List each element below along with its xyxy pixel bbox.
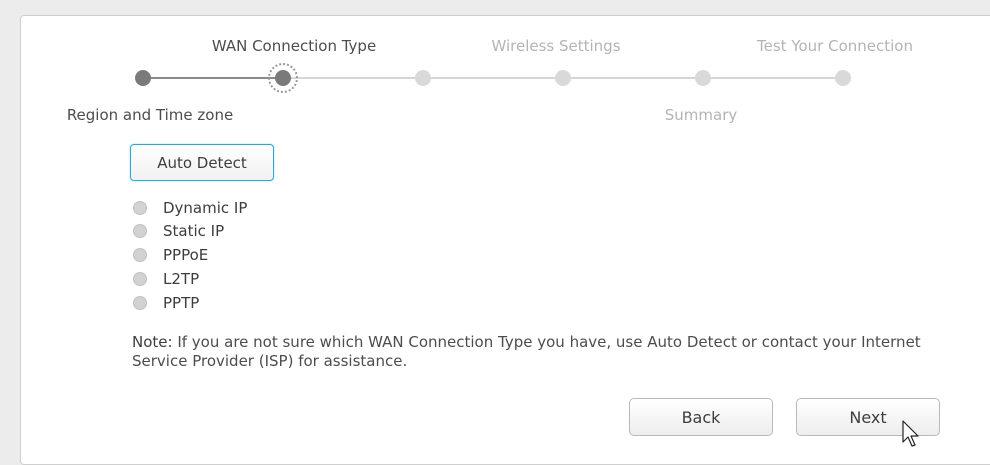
- wan-note: Note: If you are not sure which WAN Conn…: [132, 333, 952, 371]
- option-static-ip[interactable]: Static IP: [133, 220, 224, 242]
- option-dynamic-ip[interactable]: Dynamic IP: [133, 197, 247, 219]
- step-label-wireless-settings: Wireless Settings: [491, 37, 621, 55]
- note-prefix: Note:: [132, 333, 173, 351]
- radio-static-ip[interactable]: [133, 224, 147, 238]
- note-text: If you are not sure which WAN Connection…: [132, 333, 921, 370]
- option-label: Static IP: [163, 222, 225, 240]
- step-label-region-time-zone: Region and Time zone: [66, 106, 234, 124]
- progress-line-5: [703, 77, 843, 79]
- step-dot-test: [695, 70, 711, 86]
- auto-detect-button[interactable]: Auto Detect: [130, 144, 274, 181]
- step-label-wan-connection-type: WAN Connection Type: [211, 37, 377, 55]
- progress-line-3: [423, 77, 563, 79]
- step-dot-wireless: [415, 70, 431, 86]
- step-label-summary: Summary: [664, 106, 738, 124]
- pointer-arrow-icon: [902, 420, 919, 447]
- step-dot-summary: [555, 70, 571, 86]
- step-label-test-connection: Test Your Connection: [757, 37, 913, 55]
- progress-line-1: [143, 77, 283, 79]
- option-pptp[interactable]: PPTP: [133, 292, 199, 314]
- step-dot-wan: [275, 70, 291, 86]
- step-dot-region: [135, 70, 151, 86]
- option-label: PPTP: [163, 294, 200, 312]
- option-label: PPPoE: [163, 246, 209, 264]
- radio-l2tp[interactable]: [133, 272, 147, 286]
- back-button[interactable]: Back: [629, 398, 773, 436]
- option-l2tp[interactable]: L2TP: [133, 268, 199, 290]
- option-pppoe[interactable]: PPPoE: [133, 244, 208, 266]
- progress-line-4: [563, 77, 703, 79]
- step-dot-final: [835, 70, 851, 86]
- option-label: Dynamic IP: [163, 199, 248, 217]
- radio-dynamic-ip[interactable]: [133, 201, 147, 215]
- radio-pppoe[interactable]: [133, 248, 147, 262]
- progress-line-2: [283, 77, 423, 79]
- option-label: L2TP: [163, 270, 200, 288]
- radio-pptp[interactable]: [133, 296, 147, 310]
